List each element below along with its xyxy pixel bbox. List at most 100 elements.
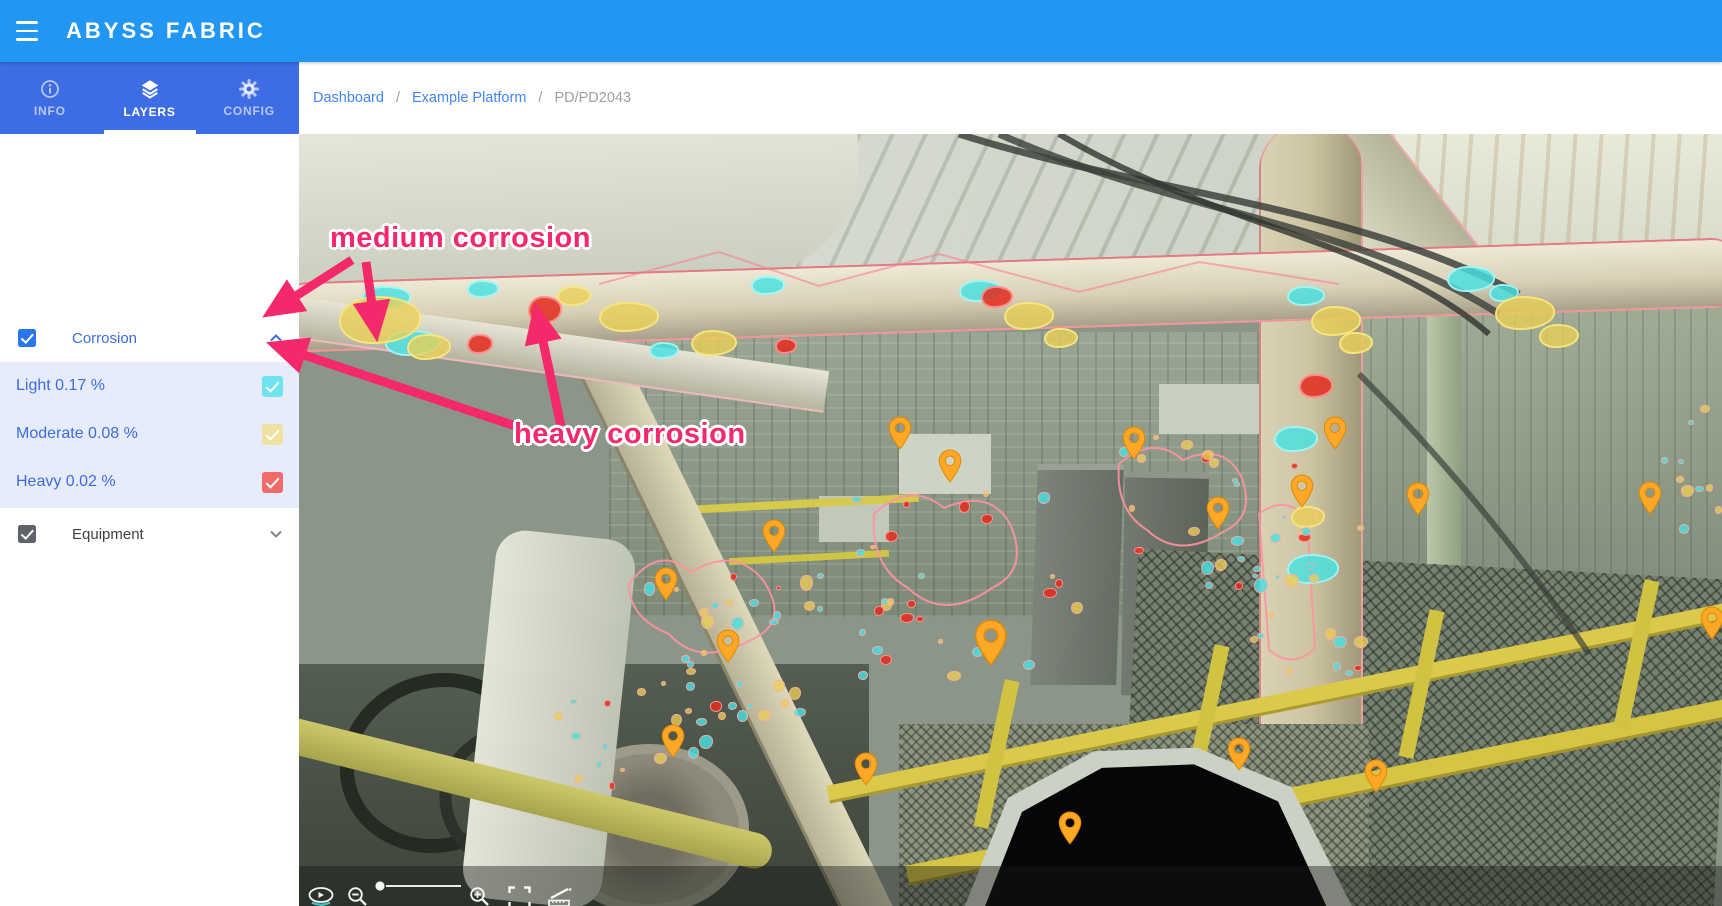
chevron-down-icon[interactable] (269, 529, 283, 539)
scene-outlines (299, 134, 1722, 906)
menu-icon[interactable] (16, 18, 42, 44)
cyan-corrosion-speck (1254, 578, 1268, 593)
map-pin-marker[interactable] (974, 619, 1008, 667)
viewer-toolbar (299, 866, 1722, 906)
cyan-corrosion-speck (1661, 457, 1667, 464)
map-pin-marker[interactable] (1122, 426, 1146, 460)
breadcrumb-separator: / (396, 90, 400, 106)
cyan-corrosion-speck (696, 718, 707, 726)
sidebar-tabbar: INFO LAYERS CONFIG (0, 62, 299, 134)
corrosion-label: Corrosion (72, 330, 137, 347)
layer-item-heavy: Heavy 0.02 % (0, 458, 299, 506)
red-corrosion-speck (874, 606, 884, 615)
map-pin-marker[interactable] (716, 629, 740, 663)
map-pin-marker[interactable] (1700, 606, 1722, 640)
layers-icon (139, 78, 161, 100)
cyan-corrosion-speck (747, 703, 753, 709)
gear-icon (239, 79, 259, 99)
light-checkbox[interactable] (262, 376, 283, 397)
red-corrosion-speck (1055, 579, 1063, 588)
cyan-corrosion-speck (687, 661, 694, 667)
yellow-corrosion-speck (947, 671, 960, 681)
active-tab-indicator (104, 130, 196, 134)
cyan-corrosion-speck (856, 549, 866, 557)
red-corrosion-speck (1134, 547, 1144, 554)
map-pin-marker[interactable] (1227, 737, 1251, 771)
breadcrumb: Dashboard / Example Platform / PD/PD2043 (299, 62, 1722, 134)
yellow-corrosion-speck (1188, 527, 1199, 536)
cyan-corrosion-speck (1252, 574, 1257, 579)
cyan-corrosion-speck (881, 598, 888, 605)
red-corrosion-speck (1043, 588, 1056, 598)
cyan-corrosion-speck (728, 702, 736, 710)
equipment-checkbox[interactable] (18, 525, 36, 543)
yellow-corrosion-speck (1209, 458, 1219, 468)
cyan-corrosion-speck (1237, 556, 1245, 562)
cyan-corrosion-speck (794, 708, 806, 717)
red-corrosion-speck (604, 700, 610, 708)
tab-layers[interactable]: LAYERS (100, 62, 200, 134)
map-pin-marker[interactable] (854, 752, 878, 786)
map-pin-marker[interactable] (661, 724, 685, 758)
red-corrosion-speck (903, 501, 909, 508)
tab-label: CONFIG (223, 104, 274, 118)
breadcrumb-dashboard[interactable]: Dashboard (313, 90, 384, 106)
map-pin-marker[interactable] (762, 519, 786, 553)
cyan-corrosion-speck (1679, 524, 1689, 535)
yellow-corrosion-speck (1267, 612, 1273, 617)
map-pin-marker[interactable] (938, 449, 962, 483)
yellow-corrosion-speck (870, 545, 876, 549)
cyan-corrosion-speck (1275, 575, 1280, 579)
red-corrosion-speck (776, 586, 782, 590)
map-pin-marker[interactable] (1290, 474, 1314, 508)
breadcrumb-platform[interactable]: Example Platform (412, 90, 526, 106)
zoom-slider[interactable] (373, 879, 468, 893)
cyan-corrosion-speck (1333, 636, 1346, 648)
moderate-checkbox[interactable] (262, 424, 283, 445)
red-corrosion-speck (981, 514, 992, 524)
cyan-corrosion-speck (1695, 486, 1703, 492)
layers-panel: Corrosion Light 0.17 % Moderate 0.08 % H… (0, 134, 299, 906)
yellow-corrosion-speck (1129, 505, 1135, 512)
map-pin-marker[interactable] (1638, 481, 1662, 515)
map-pin-marker[interactable] (1058, 811, 1082, 845)
tab-info[interactable]: INFO (0, 62, 100, 134)
yellow-corrosion-speck (758, 710, 771, 721)
map-pin-marker[interactable] (1406, 482, 1430, 516)
tab-config[interactable]: CONFIG (199, 62, 299, 134)
red-corrosion-speck (916, 616, 924, 622)
heavy-checkbox[interactable] (262, 472, 283, 493)
map-pin-marker[interactable] (1206, 496, 1230, 530)
cyan-corrosion-speck (1282, 515, 1287, 519)
map-pin-marker[interactable] (1364, 759, 1388, 793)
yellow-corrosion-speck (789, 687, 801, 700)
yellow-corrosion-speck (685, 708, 692, 714)
red-corrosion-speck (609, 782, 615, 789)
red-corrosion-speck (710, 701, 722, 712)
tab-label: INFO (34, 104, 66, 118)
chevron-up-icon[interactable] (269, 333, 283, 343)
cyan-corrosion-speck (571, 732, 581, 739)
map-pin-marker[interactable] (888, 416, 912, 450)
corrosion-sublist: Light 0.17 % Moderate 0.08 % Heavy 0.02 … (0, 362, 299, 508)
cyan-corrosion-speck (872, 646, 883, 654)
layer-group-equipment: Equipment (0, 510, 299, 558)
yellow-corrosion-speck (554, 712, 563, 720)
yellow-corrosion-speck (701, 615, 714, 629)
map-pin-marker[interactable] (654, 567, 678, 601)
red-corrosion-speck (1235, 582, 1242, 591)
map-pin-marker[interactable] (1323, 416, 1347, 450)
equipment-label: Equipment (72, 526, 144, 543)
panorama-viewer[interactable] (299, 134, 1722, 906)
cyan-corrosion-speck (858, 671, 867, 679)
yellow-corrosion-speck (725, 600, 734, 606)
info-icon (40, 79, 60, 99)
tab-label: LAYERS (123, 105, 175, 119)
corrosion-checkbox[interactable] (18, 329, 36, 347)
layer-group-corrosion: Corrosion (0, 314, 299, 362)
yellow-corrosion-speck (1309, 574, 1320, 583)
yellow-corrosion-speck (1357, 525, 1365, 531)
app-logo: ABYSS FABRIC (66, 18, 266, 44)
layer-item-moderate: Moderate 0.08 % (0, 410, 299, 458)
cyan-corrosion-speck (1270, 533, 1280, 543)
